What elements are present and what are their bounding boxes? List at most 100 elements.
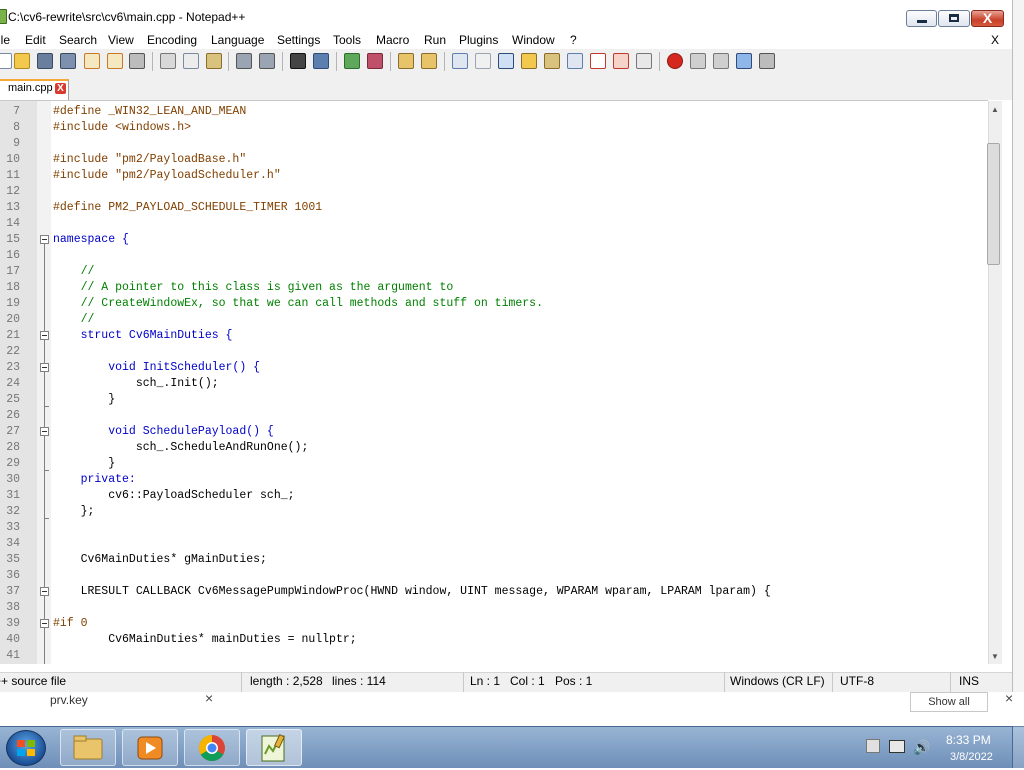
clock-date[interactable]: 3/8/2022 <box>950 751 993 763</box>
code-line[interactable]: namespace { <box>53 232 129 248</box>
menu-window[interactable]: Window <box>512 32 555 48</box>
menu-tools[interactable]: Tools <box>333 32 361 48</box>
menu-encoding[interactable]: Encoding <box>147 32 197 48</box>
network-icon[interactable] <box>889 740 905 753</box>
copy-icon[interactable] <box>183 53 199 69</box>
fold-toggle-struct[interactable] <box>40 331 49 340</box>
menu-language[interactable]: Language <box>211 32 264 48</box>
code-line[interactable]: sch_.Init(); <box>53 376 219 392</box>
code-line[interactable]: void SchedulePayload() { <box>53 424 274 440</box>
maximize-button[interactable] <box>938 10 970 27</box>
close-document-button[interactable]: X <box>991 32 999 48</box>
sync-v-icon[interactable] <box>398 53 414 69</box>
code-line[interactable]: #if 0 <box>53 616 88 632</box>
code-line[interactable]: // CreateWindowEx, so that we can call m… <box>53 296 543 312</box>
code-line[interactable]: #define _WIN32_LEAN_AND_MEAN <box>53 104 246 120</box>
menu-search[interactable]: Search <box>59 32 97 48</box>
scrollbar-thumb[interactable] <box>987 143 1000 265</box>
new-file-icon[interactable] <box>0 53 12 69</box>
code-line[interactable]: } <box>53 392 115 408</box>
code-line[interactable]: private: <box>53 472 136 488</box>
run-macro-multiple-icon[interactable] <box>736 53 752 69</box>
action-center-icon[interactable] <box>866 739 880 753</box>
word-wrap-icon[interactable] <box>452 53 468 69</box>
menu-run[interactable]: Run <box>424 32 446 48</box>
code-line[interactable]: // <box>53 264 95 280</box>
fold-toggle-schedule-payload[interactable] <box>40 427 49 436</box>
code-line[interactable]: } <box>53 456 115 472</box>
taskbar-file-explorer[interactable] <box>60 729 116 766</box>
download-file-name[interactable]: prv.key <box>50 693 88 707</box>
paste-icon[interactable] <box>206 53 222 69</box>
open-file-icon[interactable] <box>14 53 30 69</box>
fold-toggle-if[interactable] <box>40 619 49 628</box>
code-line[interactable]: #define PM2_PAYLOAD_SCHEDULE_TIMER 1001 <box>53 200 322 216</box>
function-list-icon[interactable] <box>567 53 583 69</box>
code-line[interactable]: void InitScheduler() { <box>53 360 260 376</box>
replace-icon[interactable] <box>313 53 329 69</box>
redo-icon[interactable] <box>259 53 275 69</box>
status-divider <box>950 672 951 692</box>
code-line[interactable]: #include "pm2/PayloadBase.h" <box>53 152 246 168</box>
stop-record-icon[interactable] <box>690 53 706 69</box>
sync-h-icon[interactable] <box>421 53 437 69</box>
code-line[interactable]: cv6::PayloadScheduler sch_; <box>53 488 294 504</box>
download-close-icon[interactable]: × <box>205 690 213 706</box>
menu-plugins[interactable]: Plugins <box>459 32 498 48</box>
code-line[interactable]: sch_.ScheduleAndRunOne(); <box>53 440 309 456</box>
folder-as-workspace-icon[interactable] <box>590 53 606 69</box>
taskbar-media-player[interactable] <box>122 729 178 766</box>
code-line[interactable]: Cv6MainDuties* mainDuties = nullptr; <box>53 632 356 648</box>
menu-file[interactable]: ile <box>0 32 10 48</box>
print-icon[interactable] <box>129 53 145 69</box>
code-line[interactable]: #include <windows.h> <box>53 120 191 136</box>
code-line[interactable]: struct Cv6MainDuties { <box>53 328 233 344</box>
play-macro-icon[interactable] <box>713 53 729 69</box>
code-line[interactable]: // A pointer to this class is given as t… <box>53 280 454 296</box>
find-icon[interactable] <box>290 53 306 69</box>
download-bar-close-icon[interactable]: × <box>1005 690 1013 706</box>
monitoring-icon[interactable] <box>613 53 629 69</box>
save-icon[interactable] <box>37 53 53 69</box>
close-all-icon[interactable] <box>107 53 123 69</box>
show-desktop-button[interactable] <box>1012 726 1024 768</box>
doc-map-icon[interactable] <box>544 53 560 69</box>
code-line[interactable]: // <box>53 312 95 328</box>
close-window-button[interactable]: X <box>971 10 1004 27</box>
tab-close-icon[interactable]: X <box>55 83 66 94</box>
menu-help[interactable]: ? <box>570 32 577 48</box>
eye-icon[interactable] <box>636 53 652 69</box>
close-icon[interactable] <box>84 53 100 69</box>
menu-edit[interactable]: Edit <box>25 32 46 48</box>
tab-label[interactable]: main.cpp <box>8 82 53 94</box>
record-macro-icon[interactable] <box>667 53 683 69</box>
clock-time[interactable]: 8:33 PM <box>946 733 991 747</box>
save-macro-icon[interactable] <box>759 53 775 69</box>
taskbar-notepad-plus-plus[interactable] <box>246 729 302 766</box>
show-all-button[interactable]: Show all <box>910 692 988 712</box>
zoom-in-icon[interactable] <box>344 53 360 69</box>
undo-icon[interactable] <box>236 53 252 69</box>
fold-toggle-namespace[interactable] <box>40 235 49 244</box>
save-all-icon[interactable] <box>60 53 76 69</box>
code-line[interactable]: Cv6MainDuties* gMainDuties; <box>53 552 267 568</box>
zoom-out-icon[interactable] <box>367 53 383 69</box>
notepad-plus-plus-app-icon[interactable] <box>0 9 7 24</box>
scroll-down-icon[interactable]: ▼ <box>991 652 999 661</box>
volume-icon[interactable]: 🔊 <box>913 739 930 756</box>
code-line[interactable]: LRESULT CALLBACK Cv6MessagePumpWindowPro… <box>53 584 771 600</box>
cut-icon[interactable] <box>160 53 176 69</box>
menu-macro[interactable]: Macro <box>376 32 409 48</box>
code-line[interactable]: #include "pm2/PayloadScheduler.h" <box>53 168 281 184</box>
show-all-chars-icon[interactable] <box>475 53 491 69</box>
fold-toggle-window-proc[interactable] <box>40 587 49 596</box>
indent-guide-icon[interactable] <box>498 53 514 69</box>
udl-icon[interactable] <box>521 53 537 69</box>
menu-view[interactable]: View <box>108 32 134 48</box>
scroll-up-icon[interactable]: ▲ <box>991 105 999 114</box>
minimize-button[interactable] <box>906 10 937 27</box>
menu-settings[interactable]: Settings <box>277 32 320 48</box>
code-line[interactable]: }; <box>53 504 95 520</box>
fold-toggle-init-scheduler[interactable] <box>40 363 49 372</box>
taskbar-chrome[interactable] <box>184 729 240 766</box>
